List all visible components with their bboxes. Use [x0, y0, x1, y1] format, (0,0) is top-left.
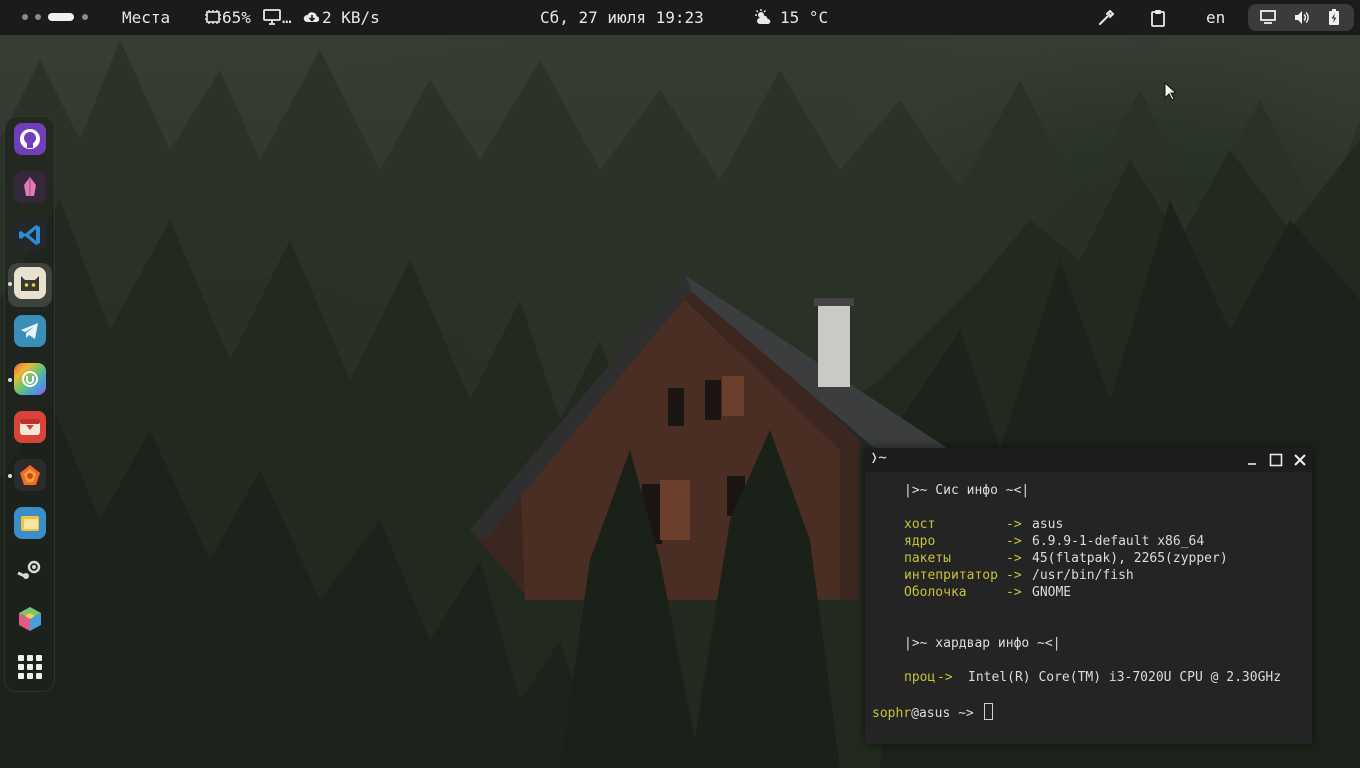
telegram-icon[interactable]: [14, 315, 46, 347]
screen-icon[interactable]: [1260, 10, 1276, 24]
info-key: ядро: [904, 534, 936, 549]
cat-terminal-icon[interactable]: [14, 267, 46, 299]
prompt-host: @asus: [911, 706, 951, 721]
workspace-dot[interactable]: [22, 14, 28, 20]
files-app-icon[interactable]: [14, 507, 46, 539]
weather-temperature[interactable]: 15 °C: [780, 0, 828, 35]
info-arrow: ->: [1006, 568, 1022, 583]
mouse-pointer-icon: [1164, 82, 1178, 101]
monitor-icon: [263, 9, 281, 25]
dash-dock: [4, 116, 55, 692]
info-key: хост: [904, 517, 936, 532]
info-key: интепритатор: [904, 568, 998, 583]
workspace-active[interactable]: [48, 13, 74, 21]
running-indicator: [8, 282, 12, 286]
info-key: Оболочка: [904, 585, 967, 600]
color-picker-icon[interactable]: [1097, 9, 1115, 27]
running-indicator: [8, 474, 12, 478]
cloud-download-icon: [303, 12, 320, 22]
minimize-icon[interactable]: [1246, 454, 1258, 466]
info-value: GNOME: [1032, 585, 1072, 600]
info-arrow: ->: [1006, 534, 1022, 549]
running-indicator: [8, 378, 12, 382]
terminal-title: ❭~: [870, 450, 887, 466]
steam-icon[interactable]: [14, 555, 46, 587]
workspace-dot[interactable]: [82, 14, 88, 20]
volume-icon[interactable]: [1294, 10, 1310, 25]
info-value: asus: [1032, 517, 1064, 532]
rainbow-app-icon[interactable]: [14, 363, 46, 395]
text-cursor: [983, 703, 993, 720]
app-grid-icon[interactable]: [14, 651, 46, 683]
info-value: 45(flatpak), 2265(zypper): [1032, 551, 1228, 566]
top-panel: Места 65% … 2 KB/s Сб, 27 июля 19:23 15 …: [0, 0, 1360, 35]
info-value: /usr/bin/fish: [1032, 568, 1134, 583]
cpu-key: проц: [904, 670, 936, 685]
workspace-dot[interactable]: [35, 14, 41, 20]
cpu-usage[interactable]: 65%: [222, 0, 251, 35]
cube-app-icon[interactable]: [14, 603, 46, 635]
pink-crystal-app-icon[interactable]: [14, 171, 46, 203]
prompt-user: sophr: [872, 706, 912, 721]
hardware-header: |>~ хардвар инфо ~<|: [904, 636, 1061, 651]
shell-prompt[interactable]: sophr@asus ~>: [872, 703, 993, 722]
sysinfo-header: |>~ Сис инфо ~<|: [904, 483, 1030, 498]
terminal-window[interactable]: ❭~ |>~ Сис инфо ~<| хост -> asus ядро ->…: [865, 448, 1312, 744]
firefox-icon[interactable]: [14, 459, 46, 491]
info-value: 6.9.9-1-default x86_64: [1032, 534, 1205, 549]
maximize-icon[interactable]: [1269, 453, 1283, 467]
clock-datetime[interactable]: Сб, 27 июля 19:23: [540, 0, 704, 35]
prompt-path: ~>: [950, 706, 974, 721]
cpu-arrow: ->: [937, 670, 953, 685]
chip-icon: [205, 10, 221, 24]
battery-charging-icon[interactable]: [1328, 9, 1340, 26]
places-menu[interactable]: Места: [122, 0, 170, 35]
keyboard-layout[interactable]: en: [1206, 0, 1225, 35]
github-desktop-icon[interactable]: [14, 123, 46, 155]
info-key: пакеты: [904, 551, 951, 566]
network-speed[interactable]: 2 KB/s: [322, 0, 380, 35]
info-arrow: ->: [1006, 517, 1022, 532]
close-icon[interactable]: [1293, 453, 1307, 467]
cpu-value: Intel(R) Core(TM) i3-7020U CPU @ 2.30GHz: [968, 670, 1282, 685]
red-app-icon[interactable]: [14, 411, 46, 443]
info-arrow: ->: [1006, 585, 1022, 600]
monitor-status[interactable]: …: [282, 0, 292, 35]
terminal-output[interactable]: |>~ Сис инфо ~<| хост -> asus ядро -> 6.…: [865, 472, 1312, 744]
sun-cloud-icon: [755, 9, 771, 24]
terminal-titlebar[interactable]: ❭~: [865, 448, 1312, 472]
vscode-icon[interactable]: [14, 219, 46, 251]
clipboard-icon[interactable]: [1150, 9, 1166, 27]
system-tray[interactable]: [1248, 4, 1354, 31]
info-arrow: ->: [1006, 551, 1022, 566]
